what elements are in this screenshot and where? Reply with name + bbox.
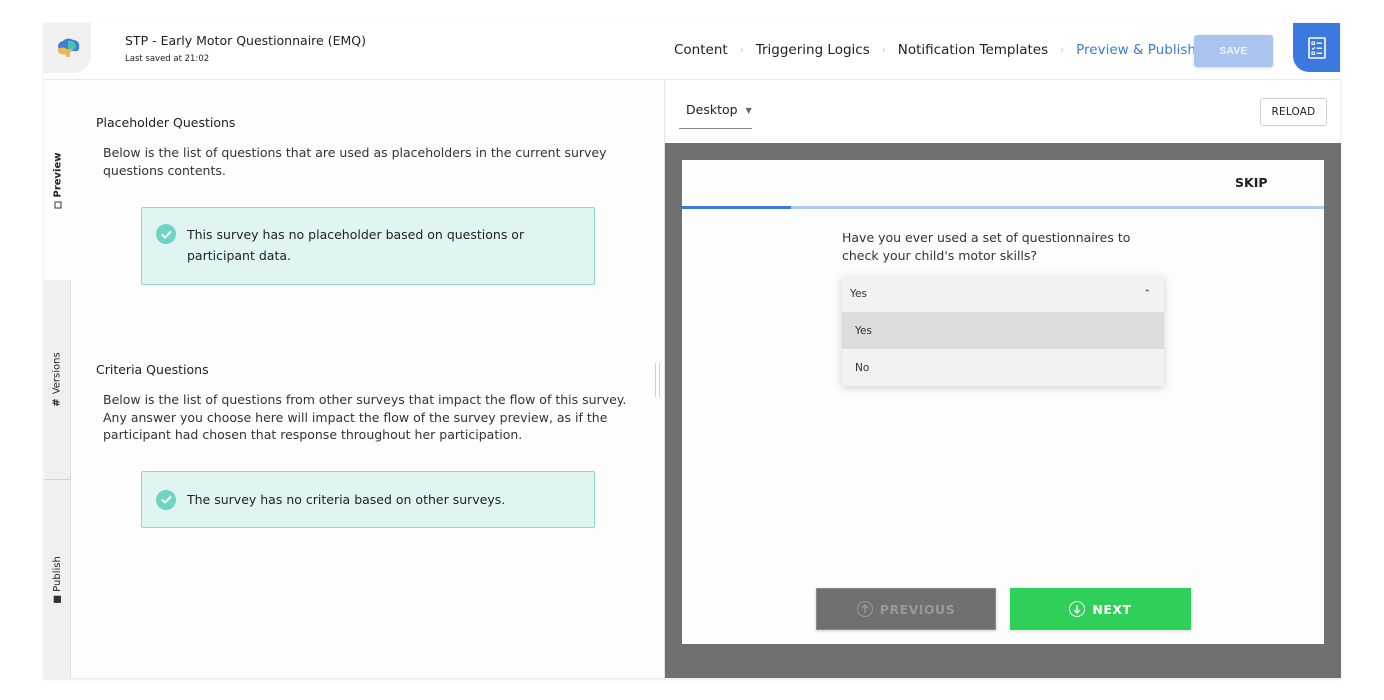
tab-publish[interactable]: Publish [44,480,71,678]
dropdown-option-no[interactable]: No [842,349,1164,386]
publish-icon [53,595,61,603]
chevron-right-icon: › [881,44,886,56]
nav-triggering-logics[interactable]: Triggering Logics [756,42,870,58]
progress-bar [682,206,1324,209]
dropdown-option-yes[interactable]: Yes [842,312,1164,349]
chevron-right-icon: › [739,44,744,56]
checklist-icon [1307,36,1326,59]
checklist-button[interactable] [1293,23,1340,72]
arrow-up-circle-icon [856,601,873,617]
criteria-alert-text: The survey has no criteria based on othe… [187,492,506,507]
preview-icon [54,201,62,209]
chevron-right-icon: › [1060,44,1065,56]
nav-notification-templates[interactable]: Notification Templates [898,42,1048,58]
nav-content[interactable]: Content [674,42,728,58]
nav-preview-publish[interactable]: Preview & Publish [1076,42,1196,58]
criteria-questions-title: Criteria Questions [96,362,209,377]
save-button[interactable]: SAVE [1194,35,1273,67]
device-select[interactable]: Desktop ▼ [679,98,752,129]
device-select-value: Desktop [686,102,738,117]
reload-button[interactable]: RELOAD [1260,98,1327,126]
dropdown-selected[interactable]: Yes ⌃ [842,276,1164,312]
tab-publish-label: Publish [51,555,63,592]
tab-versions-label: Versions [51,352,63,395]
placeholder-alert-text: This survey has no placeholder based on … [187,227,525,263]
next-label: NEXT [1092,601,1132,617]
tab-preview[interactable]: Preview [44,80,71,280]
breadcrumb-nav: Content › Triggering Logics › Notificati… [674,42,1196,58]
next-button[interactable]: NEXT [1010,588,1191,630]
header: STP - Early Motor Questionnaire (EMQ) La… [44,23,1340,80]
arrow-down-circle-icon [1069,601,1086,617]
placeholder-questions-description: Below is the list of questions that are … [103,145,607,178]
placeholder-info-alert: This survey has no placeholder based on … [141,207,595,285]
previous-button[interactable]: PREVIOUS [816,588,996,630]
panel-resize-handle[interactable] [655,363,660,397]
progress-bar-fill [682,206,792,209]
app-window: STP - Early Motor Questionnaire (EMQ) La… [44,23,1341,678]
last-saved-status: Last saved at 21:02 [125,54,210,64]
check-circle-icon [156,489,176,510]
hash-icon: # [51,398,63,407]
side-tabs: Preview # Versions Publish [44,80,71,678]
device-frame: SKIP Have you ever used a set of questio… [665,143,1341,678]
check-circle-icon [156,224,176,244]
answer-dropdown[interactable]: Yes ⌃ Yes No [842,276,1164,386]
criteria-info-alert: The survey has no criteria based on othe… [141,471,595,528]
placeholder-questions-title: Placeholder Questions [96,115,236,130]
caret-down-icon: ▼ [745,106,752,115]
tab-versions[interactable]: # Versions [44,280,71,479]
previous-label: PREVIOUS [879,601,956,617]
chevron-up-icon: ⌃ [1143,289,1151,299]
survey-preview-panel: Desktop ▼ RELOAD SKIP Have you ever used… [664,80,1341,678]
logo[interactable] [44,23,91,73]
criteria-questions-description: Below is the list of questions from othe… [103,392,627,442]
preview-settings-panel: Placeholder Questions Below is the list … [71,80,664,678]
tab-preview-label: Preview [52,151,64,198]
brain-puzzle-icon [57,38,79,57]
question-text: Have you ever used a set of questionnair… [842,230,1131,263]
survey-title: STP - Early Motor Questionnaire (EMQ) [125,33,366,48]
survey-screen: SKIP Have you ever used a set of questio… [682,160,1324,644]
skip-button[interactable]: SKIP [1235,175,1268,190]
dropdown-selected-value: Yes [850,288,867,300]
